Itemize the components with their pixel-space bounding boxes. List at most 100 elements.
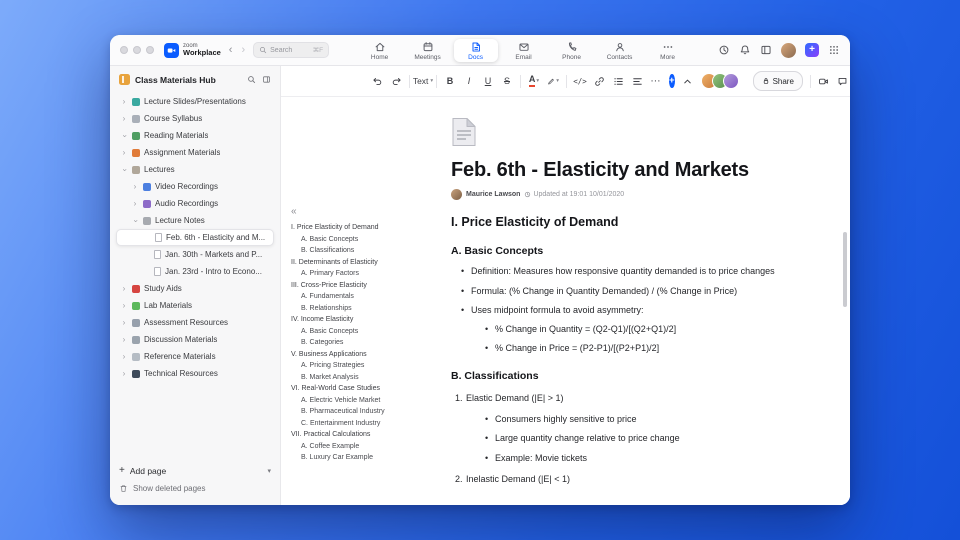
outline-item[interactable]: I. Price Elasticity of Demand — [291, 222, 443, 234]
outline-item[interactable]: VI. Real-World Case Studies — [291, 383, 443, 395]
scrollbar-thumb[interactable] — [843, 232, 847, 307]
chevron-icon[interactable] — [120, 370, 128, 378]
redo-button[interactable] — [390, 72, 402, 90]
sidebar-tree-item[interactable]: Technical Resources — [116, 365, 274, 382]
doc-block[interactable]: I. Price Elasticity of Demand — [451, 214, 783, 230]
document-title[interactable]: Feb. 6th - Elasticity and Markets — [451, 159, 783, 182]
doc-block[interactable]: B. Classifications — [451, 370, 783, 384]
text-style-dropdown[interactable]: Text ▾ — [413, 72, 433, 90]
outline-item[interactable]: VII. Practical Calculations — [291, 429, 443, 441]
user-avatar[interactable] — [780, 42, 796, 58]
sidebar-tree-item[interactable]: Feb. 6th - Elasticity and M... — [116, 229, 274, 246]
outline-item[interactable]: A. Primary Factors — [291, 268, 443, 280]
share-button[interactable]: Share — [752, 71, 803, 91]
ai-companion-plus-button[interactable]: + — [804, 43, 819, 57]
outline-item[interactable]: B. Classifications — [291, 245, 443, 257]
show-deleted-pages-button[interactable]: Show deleted pages — [119, 480, 271, 496]
doc-block[interactable]: • % Change in Price = (P2-P1)/[(P2+P1)/2] — [451, 343, 783, 355]
bold-button[interactable]: B — [444, 72, 456, 90]
chevron-icon[interactable] — [120, 115, 128, 123]
outline-item[interactable]: B. Relationships — [291, 303, 443, 315]
doc-block[interactable]: 1. Elastic Demand (|E| > 1) — [451, 393, 783, 405]
collapse-toolbar-button[interactable] — [682, 72, 694, 90]
chevron-icon[interactable] — [120, 319, 128, 327]
sidebar-tree-item[interactable]: Lecture Slides/Presentations — [116, 93, 274, 110]
outline-item[interactable]: III. Cross-Price Elasticity — [291, 280, 443, 292]
sidebar-tree-item[interactable]: Audio Recordings — [116, 195, 274, 212]
close-button[interactable] — [120, 46, 128, 54]
start-video-button[interactable] — [818, 72, 830, 90]
outline-item[interactable]: B. Luxury Car Example — [291, 452, 443, 464]
collaborator-avatar[interactable] — [722, 73, 739, 89]
outline-item[interactable]: B. Market Analysis — [291, 372, 443, 384]
chevron-icon[interactable] — [120, 285, 128, 293]
tab-email[interactable]: Email — [502, 39, 546, 62]
undo-button[interactable] — [371, 72, 383, 90]
tab-meetings[interactable]: Meetings — [406, 39, 450, 62]
sidebar-search-icon[interactable] — [247, 75, 256, 84]
toolbar-more-button[interactable]: ⋯ — [650, 72, 662, 90]
tab-docs[interactable]: Docs — [453, 38, 498, 62]
outline-item[interactable]: B. Categories — [291, 337, 443, 349]
outline-item[interactable]: A. Coffee Example — [291, 441, 443, 453]
chevron-icon[interactable] — [120, 302, 128, 310]
add-page-button[interactable]: + Add page ▾ — [119, 462, 271, 480]
sidebar-tree-item[interactable]: Lecture Notes — [116, 212, 274, 229]
doc-block[interactable]: • Example: Movie tickets — [451, 453, 783, 465]
sidebar-tree-item[interactable]: Jan. 30th - Markets and P... — [116, 246, 274, 263]
doc-block[interactable]: 2. Inelastic Demand (|E| < 1) — [451, 474, 783, 486]
outline-item[interactable]: A. Pricing Strategies — [291, 360, 443, 372]
sidebar-tree-item[interactable]: Study Aids — [116, 280, 274, 297]
outline-item[interactable]: V. Business Applications — [291, 349, 443, 361]
italic-button[interactable]: I — [463, 72, 475, 90]
maximize-button[interactable] — [146, 46, 154, 54]
clock-icon[interactable] — [718, 44, 730, 56]
link-button[interactable] — [593, 72, 605, 90]
tab-phone[interactable]: Phone — [550, 39, 594, 62]
sidebar-tree-item[interactable]: Jan. 23rd - Intro to Econo... — [116, 263, 274, 280]
apps-grid-icon[interactable] — [828, 44, 840, 56]
insert-block-button[interactable]: + — [669, 74, 675, 88]
forward-button[interactable]: › — [241, 44, 245, 56]
code-button[interactable]: </> — [573, 72, 587, 90]
bell-icon[interactable] — [739, 44, 751, 56]
bullet-list-button[interactable] — [612, 72, 624, 90]
strikethrough-button[interactable]: S — [501, 72, 513, 90]
sidebar-tree-item[interactable]: Video Recordings — [116, 178, 274, 195]
doc-block[interactable]: • Consumers highly sensitive to price — [451, 414, 783, 426]
outline-item[interactable]: A. Basic Concepts — [291, 326, 443, 338]
doc-block[interactable]: • % Change in Quantity = (Q2-Q1)/[(Q2+Q1)… — [451, 324, 783, 336]
sidebar-tree-item[interactable]: Assignment Materials — [116, 144, 274, 161]
back-button[interactable]: ‹ — [229, 44, 233, 56]
collapse-outline-icon[interactable]: « — [291, 207, 443, 217]
chevron-icon[interactable] — [120, 336, 128, 344]
collapse-sidebar-icon[interactable] — [262, 75, 271, 84]
add-page-chevron-icon[interactable]: ▾ — [267, 467, 271, 475]
chevron-icon[interactable] — [131, 183, 139, 191]
chevron-icon[interactable] — [131, 217, 139, 225]
tab-home[interactable]: Home — [358, 39, 402, 62]
text-color-dropdown[interactable]: A ▾ — [528, 72, 540, 90]
minimize-button[interactable] — [133, 46, 141, 54]
sidebar-tree-item[interactable]: Reading Materials — [116, 127, 274, 144]
outline-item[interactable]: B. Pharmaceutical Industry — [291, 406, 443, 418]
chevron-icon[interactable] — [120, 132, 128, 140]
doc-block[interactable]: • Formula: (% Change in Quantity Demanded… — [451, 286, 783, 298]
doc-block[interactable]: • Uses midpoint formula to avoid asymmetr… — [451, 305, 783, 317]
global-search-input[interactable]: Search ⌘F — [253, 42, 330, 58]
highlight-dropdown[interactable]: ▾ — [547, 72, 559, 90]
chevron-icon[interactable] — [120, 98, 128, 106]
sidebar-tree-item[interactable]: Assessment Resources — [116, 314, 274, 331]
sidebar-tree-item[interactable]: Lectures — [116, 161, 274, 178]
doc-block[interactable]: • Large quantity change relative to price… — [451, 433, 783, 445]
sidebar-tree-item[interactable]: Discussion Materials — [116, 331, 274, 348]
panel-toggle-icon[interactable] — [760, 44, 772, 56]
sidebar-tree-item[interactable]: Reference Materials — [116, 348, 274, 365]
outline-item[interactable]: A. Fundamentals — [291, 291, 443, 303]
outline-item[interactable]: A. Basic Concepts — [291, 234, 443, 246]
doc-block[interactable]: A. Basic Concepts — [451, 245, 783, 259]
sidebar-tree-item[interactable]: Course Syllabus — [116, 110, 274, 127]
sidebar-tree-item[interactable]: Lab Materials — [116, 297, 274, 314]
chevron-icon[interactable] — [131, 200, 139, 208]
tab-contacts[interactable]: Contacts — [598, 39, 642, 62]
